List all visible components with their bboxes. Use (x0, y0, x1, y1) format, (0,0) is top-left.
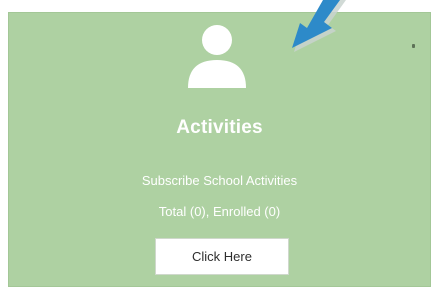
card-title: Activities (176, 117, 263, 138)
click-here-button[interactable]: Click Here (155, 238, 289, 275)
card-subtitle: Subscribe School Activities (141, 173, 298, 188)
scan-speck (412, 44, 415, 48)
screenshot-frame: Activities Subscribe School Activities T… (0, 0, 431, 287)
arrow-icon (292, 0, 346, 52)
enrollment-counts: Total (0), Enrolled (0) (158, 204, 281, 219)
user-icon (188, 25, 246, 88)
